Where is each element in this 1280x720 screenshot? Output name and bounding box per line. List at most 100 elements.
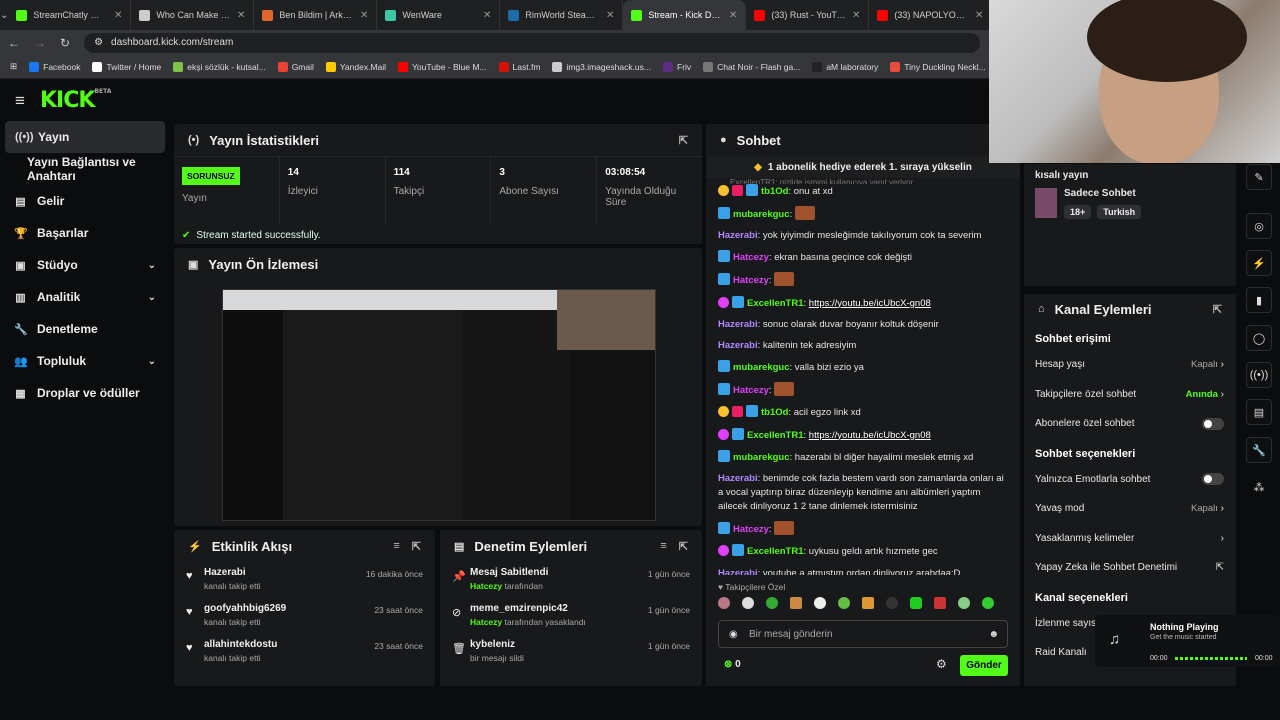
- edit-icon[interactable]: ✎: [1246, 164, 1272, 190]
- tag-chip[interactable]: Turkish: [1097, 205, 1142, 219]
- chat-message[interactable]: Hazerabi: benimde cok fazla bestem vardı…: [718, 468, 1008, 517]
- smile-icon[interactable]: ◉: [729, 629, 738, 640]
- chat-username[interactable]: mubarekguc: [733, 209, 790, 220]
- emoji-icon[interactable]: ☻: [988, 629, 999, 640]
- sidebar-item[interactable]: 🏆 Başarılar: [0, 217, 170, 249]
- activity-item[interactable]: ♥ Hazerabi kanalı takip etti 16 dakika önce: [174, 562, 435, 598]
- chat-message[interactable]: Hazerabi: yok iyiyimdir mesleğimde takıl…: [718, 225, 1008, 246]
- popout-icon[interactable]: ⇱: [679, 540, 688, 553]
- sidebar-item[interactable]: 👥 Topluluk ⌄: [0, 345, 170, 377]
- close-icon[interactable]: ✕: [114, 10, 122, 21]
- browser-tab[interactable]: (33) Rust - YouTube ✕: [746, 0, 870, 30]
- chat-input[interactable]: ◉ Bir mesaj gönderin ☻: [718, 620, 1008, 648]
- popout-icon[interactable]: ⇱: [412, 540, 421, 553]
- sidebar-item[interactable]: 🔧 Denetleme: [0, 313, 170, 345]
- chat-message[interactable]: ExcellenTR1: https://youtu.be/icUbcX-gn0…: [718, 424, 1008, 446]
- bookmark[interactable]: YouTube - Blue M...: [398, 61, 487, 72]
- emote[interactable]: [742, 597, 754, 609]
- popout-icon[interactable]: ⇱: [679, 134, 688, 147]
- toggle-switch[interactable]: [1202, 473, 1224, 486]
- bookmark[interactable]: Yandex.Mail: [325, 61, 386, 72]
- browser-tab[interactable]: Stream - Kick Dashbo ✕: [623, 0, 747, 30]
- chat-message[interactable]: mubarekguc: hazerabi bl diğer hayalimi m…: [718, 446, 1008, 468]
- points-display[interactable]: ⊗ 0: [724, 659, 741, 670]
- bookmark[interactable]: Twitter / Home: [92, 61, 161, 72]
- setting-row[interactable]: Abonelere özel sohbet: [1024, 409, 1236, 439]
- sidebar-item[interactable]: ▦ Droplar ve ödüller: [0, 377, 170, 409]
- bookmark[interactable]: Facebook: [29, 61, 80, 72]
- browser-tab[interactable]: StreamChatly — Kick ✕: [8, 0, 132, 30]
- send-button[interactable]: Gönder: [960, 655, 1008, 676]
- tag-chip[interactable]: 18+: [1064, 205, 1092, 219]
- apps-icon[interactable]: ⁂: [1246, 474, 1272, 500]
- chat-username[interactable]: Hatcezy: [733, 252, 769, 263]
- chat-username[interactable]: ExcellenTR1: [747, 298, 804, 309]
- activity-item[interactable]: ♥ allahintekdostu kanalı takip etti 23 saat…: [174, 634, 435, 670]
- emote[interactable]: [838, 597, 850, 609]
- setting-row[interactable]: Takipçilere özel sohbet Anında ›: [1024, 380, 1236, 410]
- sidebar-item[interactable]: ▣ Stüdyo ⌄: [0, 249, 170, 281]
- chat-message[interactable]: Hazerabi: sonuc olarak duvar boyanır kol…: [718, 314, 1008, 335]
- emote[interactable]: [790, 597, 802, 609]
- chat-message[interactable]: Hazerabi: youtube a atmıştım ordan dinli…: [718, 563, 1008, 575]
- chat-message[interactable]: tb1Od: acil egzo link xd: [718, 402, 1008, 424]
- chat-message[interactable]: Hatcezy: ekran basına geçince cok değişt…: [718, 247, 1008, 269]
- browser-tab[interactable]: RimWorld Steam'de ✕: [500, 0, 624, 30]
- bookmark[interactable]: Last.fm: [498, 61, 540, 72]
- chat-username[interactable]: Hazerabi: [718, 230, 758, 241]
- close-icon[interactable]: ✕: [729, 10, 737, 21]
- kick-logo[interactable]: KICKBETA: [40, 88, 111, 113]
- close-icon[interactable]: ✕: [606, 10, 614, 21]
- activity-item[interactable]: ♥ goofyahhbig6269 kanalı takip etti 23 saat…: [174, 598, 435, 634]
- forward-icon[interactable]: →: [34, 36, 46, 50]
- chat-username[interactable]: tb1Od: [761, 407, 788, 418]
- filter-icon[interactable]: ≡: [660, 540, 666, 553]
- chat-username[interactable]: tb1Od: [761, 186, 788, 197]
- bookmark[interactable]: aM laboratory: [812, 61, 878, 72]
- chat-icon[interactable]: ◯: [1246, 325, 1272, 351]
- chat-username[interactable]: Hazerabi: [718, 568, 758, 575]
- bookmark[interactable]: Gmail: [277, 61, 314, 72]
- browser-tab[interactable]: Who Can Make That? ✕: [131, 0, 255, 30]
- document-icon[interactable]: ▮: [1246, 287, 1272, 313]
- chat-link[interactable]: https://youtu.be/icUbcX-gn08: [809, 298, 931, 309]
- close-icon[interactable]: ✕: [975, 10, 983, 21]
- chat-message[interactable]: Hatcezy:: [718, 518, 1008, 541]
- close-icon[interactable]: ✕: [360, 10, 368, 21]
- popout-icon[interactable]: ⇱: [1213, 303, 1222, 316]
- moderation-item[interactable]: 📌 Mesaj Sabitlendi Hatcezy tarafından 1 gün…: [440, 562, 702, 598]
- chat-message[interactable]: Hatcezy:: [718, 379, 1008, 402]
- sidebar-item[interactable]: ▤ Gelir: [0, 185, 170, 217]
- chat-username[interactable]: mubarekguc: [733, 452, 790, 463]
- emote[interactable]: [886, 597, 898, 609]
- bookmark[interactable]: ekşi sözlük - kutsal...: [173, 61, 266, 72]
- back-icon[interactable]: ←: [8, 36, 20, 50]
- bookmark[interactable]: Friv: [663, 61, 691, 72]
- setting-row[interactable]: Yavaş mod Kapalı ›: [1024, 494, 1236, 524]
- chat-link[interactable]: https://youtu.be/icUbcX-gn08: [809, 430, 931, 441]
- bookmark[interactable]: Chat Noir - Flash ga...: [703, 61, 800, 72]
- stream-preview[interactable]: [222, 289, 656, 521]
- emote[interactable]: [718, 597, 730, 609]
- close-icon[interactable]: ✕: [852, 10, 860, 21]
- sidebar-item[interactable]: Yayın Bağlantısı ve Anahtarı: [0, 153, 170, 185]
- chat-message[interactable]: Hatcezy:: [718, 269, 1008, 292]
- layout-icon[interactable]: ▤: [1246, 399, 1272, 425]
- bookmark[interactable]: Tiny Duckling Neckl...: [890, 61, 986, 72]
- chat-message[interactable]: mubarekguc:: [718, 202, 1008, 225]
- setting-row[interactable]: Yasaklanmış kelimeler ›: [1024, 524, 1236, 554]
- filter-icon[interactable]: ≡: [393, 540, 399, 553]
- chat-username[interactable]: ExcellenTR1: [747, 430, 804, 441]
- reload-icon[interactable]: ↻: [60, 36, 70, 50]
- bolt-icon[interactable]: ⚡: [1246, 250, 1272, 276]
- moderation-item[interactable]: 🗑 kybeleniz bir mesajı sildi 1 gün önce: [440, 634, 702, 670]
- tab-search-icon[interactable]: ⌄: [0, 0, 8, 30]
- chat-username[interactable]: Hatcezy: [733, 524, 769, 535]
- music-progress[interactable]: [1175, 657, 1247, 660]
- chat-message[interactable]: ExcellenTR1: uykusu geldı artık hızmete …: [718, 541, 1008, 563]
- close-icon[interactable]: ✕: [237, 10, 245, 21]
- settings-icon[interactable]: ⚙: [936, 657, 947, 671]
- wrench-icon[interactable]: 🔧: [1246, 437, 1272, 463]
- browser-tab[interactable]: Ben Bildim | Arkadaşl ✕: [254, 0, 378, 30]
- toggle-switch[interactable]: [1202, 417, 1224, 430]
